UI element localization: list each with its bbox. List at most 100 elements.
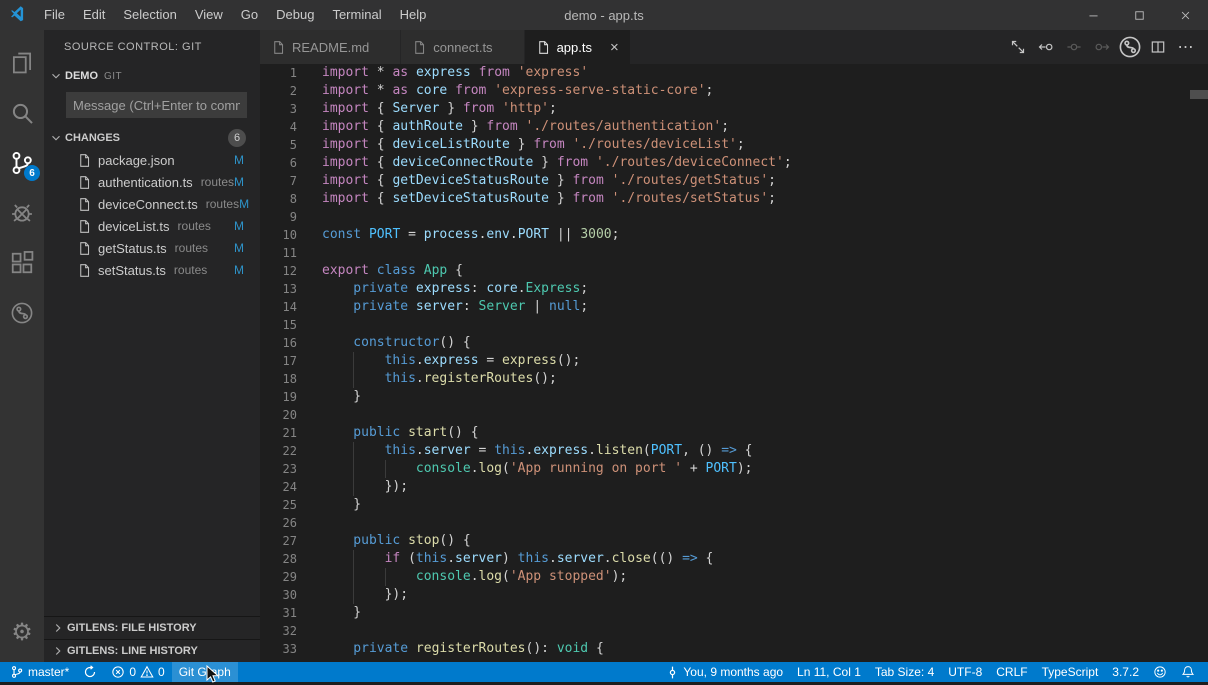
tab-label: connect.ts	[433, 40, 492, 55]
action-next-change[interactable]	[1090, 35, 1114, 59]
extensions-icon	[9, 250, 35, 276]
file-icon	[77, 175, 92, 190]
line-number: 4	[260, 118, 322, 136]
menu-item-file[interactable]: File	[35, 0, 74, 30]
statusbar-cursor-position[interactable]: Ln 11, Col 1	[790, 662, 868, 682]
statusbar-sync-changes[interactable]	[76, 662, 104, 682]
statusbar-encoding[interactable]: UTF-8	[941, 662, 989, 682]
activitybar-source-control[interactable]: 6	[0, 138, 44, 188]
modified-badge: M	[234, 153, 244, 167]
action-view-git-graph[interactable]	[1118, 35, 1142, 59]
statusbar-text: 0	[158, 665, 165, 679]
line-number: 11	[260, 244, 322, 262]
changes-section-header[interactable]: CHANGES 6	[44, 127, 260, 149]
gear-icon: ⚙	[11, 621, 33, 645]
changed-file-row[interactable]: setStatus.tsroutesM	[44, 259, 260, 281]
statusbar-branch-indicator[interactable]: master*	[3, 662, 76, 682]
file-folder: routes	[174, 263, 207, 277]
code-line: 33 private registerRoutes(): void {	[260, 640, 1208, 658]
line-number: 21	[260, 424, 322, 442]
menu-item-terminal[interactable]: Terminal	[323, 0, 390, 30]
code-line: 11	[260, 244, 1208, 262]
changed-file-row[interactable]: deviceList.tsroutesM	[44, 215, 260, 237]
menu-bar: FileEditSelectionViewGoDebugTerminalHelp	[35, 0, 435, 30]
menu-item-go[interactable]: Go	[232, 0, 267, 30]
file-icon	[77, 263, 92, 278]
win-min-icon	[1087, 9, 1100, 22]
panel-gitlens-file-history[interactable]: GITLENS: FILE HISTORY	[44, 616, 260, 639]
repo-section-header[interactable]: DEMO GIT	[44, 65, 260, 87]
maximize-button[interactable]	[1116, 0, 1162, 30]
activitybar-manage[interactable]: ⚙	[0, 608, 44, 658]
changed-file-row[interactable]: getStatus.tsroutesM	[44, 237, 260, 259]
action-compare-marker[interactable]	[1062, 35, 1086, 59]
file-icon	[77, 153, 92, 168]
tab-connect.ts[interactable]: connect.ts	[401, 30, 524, 64]
debug-icon	[9, 200, 35, 226]
tab-label: app.ts	[557, 40, 592, 55]
statusbar-notifications[interactable]	[1174, 662, 1202, 682]
statusbar-feedback[interactable]	[1146, 662, 1174, 682]
activity-bar: 6⚙	[0, 30, 44, 662]
modified-badge: M	[234, 241, 244, 255]
action-previous-change[interactable]	[1034, 35, 1058, 59]
gitlens-panels: GITLENS: FILE HISTORYGITLENS: LINE HISTO…	[44, 616, 260, 662]
statusbar-text: TypeScript	[1042, 665, 1099, 679]
code-line: 5import { deviceListRoute } from './rout…	[260, 136, 1208, 154]
statusbar-text: Git Graph	[179, 665, 231, 679]
changed-file-row[interactable]: package.jsonM	[44, 149, 260, 171]
commit-icon	[666, 666, 679, 679]
code-line: 10const PORT = process.env.PORT || 3000;	[260, 226, 1208, 244]
statusbar-eol[interactable]: CRLF	[989, 662, 1034, 682]
action-more-actions[interactable]: ⋯	[1174, 35, 1198, 59]
action-split-editor[interactable]	[1146, 35, 1170, 59]
statusbar-indentation[interactable]: Tab Size: 4	[868, 662, 941, 682]
menu-item-help[interactable]: Help	[391, 0, 436, 30]
branch-icon	[10, 665, 24, 679]
tab-README.md[interactable]: README.md	[260, 30, 401, 64]
changed-files-list: package.jsonMauthentication.tsroutesMdev…	[44, 149, 260, 281]
statusbar-language-mode[interactable]: TypeScript	[1035, 662, 1106, 682]
code-line: 19 }	[260, 388, 1208, 406]
line-number: 1	[260, 64, 322, 82]
minimize-button[interactable]	[1070, 0, 1116, 30]
code-line: 17 this.express = express();	[260, 352, 1208, 370]
files-icon	[9, 50, 35, 76]
file-name: deviceConnect.ts	[98, 197, 198, 212]
warning-icon	[140, 665, 154, 679]
sidebar-source-control: SOURCE CONTROL: GIT DEMO GIT CHANGES 6 p…	[44, 30, 260, 662]
panel-gitlens-line-history[interactable]: GITLENS: LINE HISTORY	[44, 639, 260, 662]
modified-badge: M	[239, 197, 249, 211]
changes-label: CHANGES	[65, 132, 120, 144]
menu-item-debug[interactable]: Debug	[267, 0, 323, 30]
close-icon[interactable]: ×	[610, 40, 619, 55]
code-editor[interactable]: 1import * as express from 'express'2impo…	[260, 64, 1208, 662]
line-number: 17	[260, 352, 322, 370]
code-line: 22 this.server = this.express.listen(POR…	[260, 442, 1208, 460]
statusbar-ts-version[interactable]: 3.7.2	[1105, 662, 1146, 682]
statusbar-text: 3.7.2	[1112, 665, 1139, 679]
commit-message-input[interactable]	[66, 92, 247, 118]
activitybar-explorer[interactable]	[0, 38, 44, 88]
file-name: authentication.ts	[98, 175, 193, 190]
statusbar-problems[interactable]: 00	[104, 662, 171, 682]
line-number: 31	[260, 604, 322, 622]
statusbar-text: master*	[28, 665, 69, 679]
menu-item-selection[interactable]: Selection	[114, 0, 185, 30]
activitybar-extensions[interactable]	[0, 238, 44, 288]
action-open-changes[interactable]	[1006, 35, 1030, 59]
activitybar-search[interactable]	[0, 88, 44, 138]
editor-scrollbar[interactable]	[1190, 90, 1208, 99]
statusbar-text: You, 9 months ago	[683, 665, 783, 679]
statusbar-gitlens-blame[interactable]: You, 9 months ago	[659, 662, 790, 682]
menu-item-edit[interactable]: Edit	[74, 0, 114, 30]
code-line: 15	[260, 316, 1208, 334]
close-window-button[interactable]	[1162, 0, 1208, 30]
activitybar-git-graph-view[interactable]	[0, 288, 44, 338]
changed-file-row[interactable]: deviceConnect.tsroutesM	[44, 193, 260, 215]
tab-app.ts[interactable]: app.ts ×	[525, 30, 631, 64]
changed-file-row[interactable]: authentication.tsroutesM	[44, 171, 260, 193]
statusbar-git-graph[interactable]: Git Graph	[172, 662, 238, 682]
activitybar-debug[interactable]	[0, 188, 44, 238]
menu-item-view[interactable]: View	[186, 0, 232, 30]
